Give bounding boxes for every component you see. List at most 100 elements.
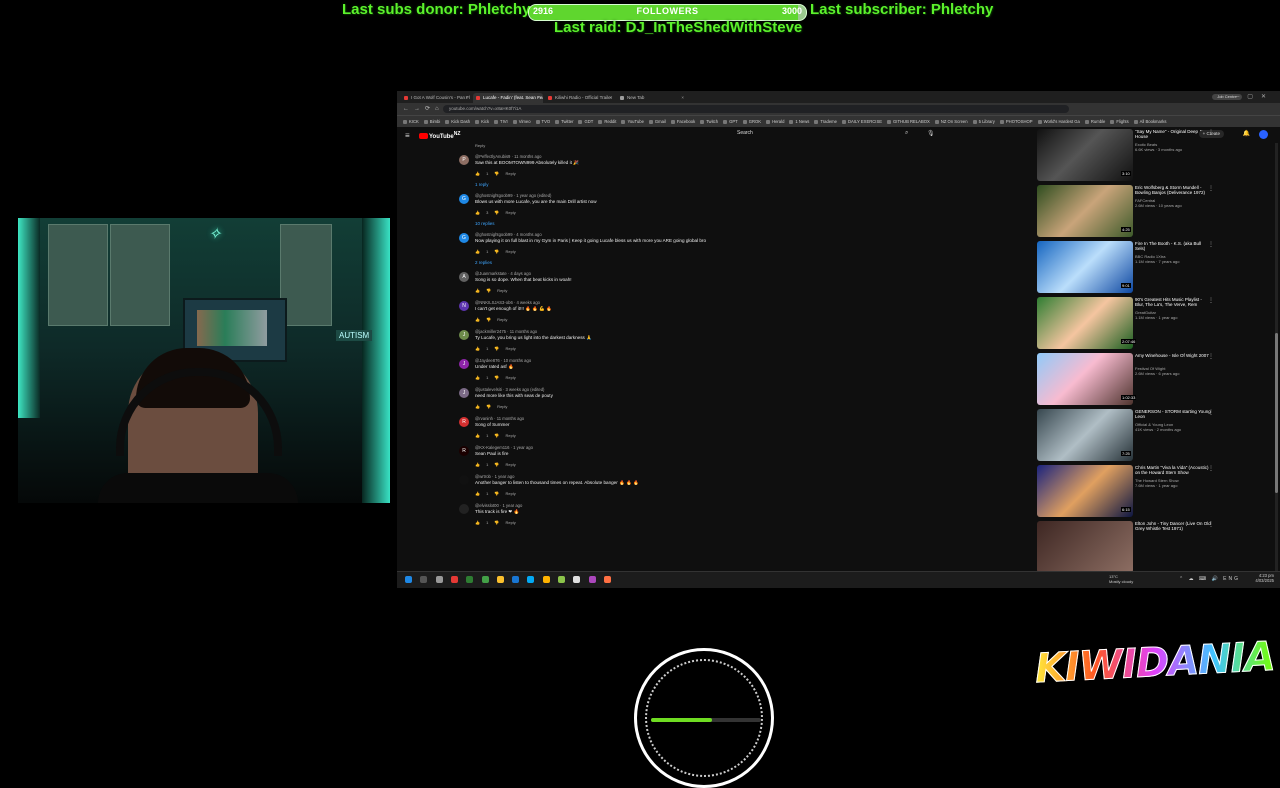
comment-actions[interactable]: 👍 1 👎 Reply [475,346,516,351]
browser-tab[interactable]: I Got A Wolf Cousin's - Pan Fl × [401,93,471,103]
close-tab-icon[interactable]: × [609,93,612,103]
taskbar-app-icon[interactable] [542,576,550,583]
comment-avatar[interactable]: G [459,233,469,243]
clock[interactable]: 4:23 pm 4/03/2025 [1255,573,1274,583]
start-menu-icon[interactable] [405,576,412,583]
video-thumbnail[interactable] [1037,465,1133,517]
bookmark-item[interactable]: GROK [743,116,761,127]
more-options-icon[interactable]: ⋮ [1208,521,1214,528]
window-controls[interactable]: –▢✕ [1236,93,1274,100]
nav-buttons[interactable]: ←→⟳⌂ [403,105,444,112]
comment-actions[interactable]: 👍 👎 Reply [475,404,507,409]
comment-actions[interactable]: 👍 👎 Reply [475,317,507,322]
bookmark-item[interactable]: YouTube [621,116,643,127]
microphone-icon[interactable]: 🎙 [927,130,935,137]
comment-author[interactable]: @jackmiller2475 · 11 months ago [475,329,537,334]
taskbar-app-icon[interactable] [603,576,611,583]
bookmark-item[interactable]: 1 News [789,116,809,127]
video-thumbnail[interactable] [1037,297,1133,349]
more-options-icon[interactable]: ⋮ [1208,241,1214,248]
bookmark-item[interactable]: GITHUB RELABOX [887,116,930,127]
comment-avatar[interactable] [459,475,469,485]
comment-actions[interactable]: 👍 👎 Reply [475,288,507,293]
view-replies-button[interactable]: 10 replies [459,221,1039,231]
taskbar-app-icon[interactable] [512,576,520,583]
video-thumbnail[interactable] [1037,521,1133,573]
bookmark-item[interactable]: Twitter [555,116,573,127]
related-video[interactable]: 7:25 GENERSON - STORM starting Young Leon… [1037,407,1217,463]
browser-tab[interactable]: Lucafe - Fadin' (feat. Sean Feat. × [473,93,543,103]
video-title[interactable]: Fire In The Booth - K.S. (aka Bull Sels) [1135,241,1211,252]
comment-author[interactable]: @NNKILSJAS3-ob6 · 4 weeks ago [475,300,540,305]
comment-avatar[interactable]: G [459,194,469,204]
comment-avatar[interactable]: P [459,155,469,165]
more-options-icon[interactable]: ⋮ [1208,353,1214,360]
comment-author[interactable]: @wrtrob · 1 year ago [475,474,514,479]
bookmark-item[interactable]: Gmail [649,116,666,127]
bookmark-item[interactable]: Kick [475,116,489,127]
view-replies-button[interactable]: 1 reply [459,182,1039,192]
video-title[interactable]: 90's Greatest Hits Music Playlist - Blur… [1135,297,1211,308]
video-thumbnail[interactable] [1037,241,1133,293]
related-video[interactable]: 9:01 Fire In The Booth - K.S. (aka Bull S… [1037,239,1217,295]
bookmark-item[interactable]: Bimbi [424,116,440,127]
prior-comment-actions[interactable]: Reply [459,143,1039,153]
comment-actions[interactable]: 👍 1 👎 Reply [475,249,516,254]
comment-avatar[interactable]: J [459,388,469,398]
bookmark-item[interactable]: PHOTOSHOP [1000,116,1033,127]
video-thumbnail[interactable] [1037,353,1133,405]
bookmark-item[interactable]: TIVI [494,116,508,127]
related-video[interactable]: 6:15 Chris Martin "Viva la Vida" (Acousti… [1037,463,1217,519]
comment-author[interactable]: @ghostnightgoob99 · 1 year ago (edited) [475,193,551,198]
comment-avatar[interactable]: R [459,417,469,427]
bookmark-item[interactable]: DAILY EXERCISE [842,116,882,127]
video-title[interactable]: "Say My Name" - Original Deep House [1135,129,1211,140]
video-title[interactable]: GENERSON - STORM starting Young Leon [1135,409,1211,420]
bookmark-item[interactable]: GPT [723,116,738,127]
bookmark-item[interactable]: Rumble [1085,116,1105,127]
account-avatar[interactable] [1259,130,1268,139]
taskbar-app-icon[interactable] [481,576,489,583]
more-options-icon[interactable]: ⋮ [1208,185,1214,192]
comment-author[interactable]: @justalevelsiti · 3 weeks ago (edited) [475,387,544,392]
comment-author[interactable]: @KX-Kalegem116 · 1 year ago [475,445,533,450]
related-video[interactable]: Elton John - Tiny Dancer (Live On Old Gr… [1037,519,1217,575]
bookmark-item[interactable]: 5 Library [973,116,995,127]
tray-icons[interactable]: ⌃ ☁ ⌨ 🔊 [1179,576,1220,582]
browser-tab[interactable]: New Tab × [617,93,687,103]
bookmark-item[interactable]: All Bookmarks [1134,116,1167,127]
video-thumbnail[interactable] [1037,409,1133,461]
taskbar-app-icon[interactable] [450,576,458,583]
comment-actions[interactable]: 👍 1 👎 Reply [475,171,516,176]
comment-avatar[interactable]: R [459,446,469,456]
youtube-logo[interactable]: YouTubeNZ [419,131,460,140]
bookmark-item[interactable]: Vimeo [513,116,531,127]
comment-author[interactable]: @PeffectlyAnubis9 · 11 months ago [475,154,541,159]
bookmark-item[interactable]: KICK [403,116,419,127]
related-video[interactable]: 2:07:46 90's Greatest Hits Music Playlist… [1037,295,1217,351]
taskbar-app-icon[interactable] [435,576,443,583]
video-thumbnail[interactable] [1037,185,1133,237]
system-tray-icons[interactable]: ⌃ ☁ ⌨ 🔊 ENG [1179,576,1240,582]
comment-author[interactable]: @Jaydee876 · 10 months ago [475,358,531,363]
close-tab-icon[interactable]: × [537,93,540,103]
bookmark-item[interactable]: GDT [578,116,593,127]
comment-avatar[interactable]: J [459,330,469,340]
taskbar-app-icon[interactable] [558,576,565,583]
url-field[interactable]: youtube.com/watch?v=x8aHK0f7i1A [443,105,1069,113]
comment-avatar[interactable] [459,504,469,514]
video-title[interactable]: Elton John - Tiny Dancer (Live On Old Gr… [1135,521,1211,532]
comment-avatar[interactable]: J [459,359,469,369]
taskbar-app-icon[interactable] [420,576,428,583]
video-title[interactable]: Eric Wolfsberg & Storm Mundell - Bowling… [1135,185,1211,196]
taskbar-app-icon[interactable] [527,576,535,583]
taskbar-app-icon[interactable] [466,576,474,583]
comment-actions[interactable]: 👍 1 👎 Reply [475,462,516,467]
weather-widget[interactable]: 13°C Mostly cloudy [1109,574,1133,584]
hamburger-menu-icon[interactable]: ≡ [405,131,410,140]
search-input[interactable]: Search [737,130,753,136]
language-indicator[interactable]: ENG [1223,576,1240,582]
video-title[interactable]: Amy Winehouse - Isle Of Wight 2007 [1135,353,1211,358]
video-title[interactable]: Chris Martin "Viva la Vida" (Acoustic) o… [1135,465,1211,476]
bookmark-item[interactable]: Herald [766,116,784,127]
